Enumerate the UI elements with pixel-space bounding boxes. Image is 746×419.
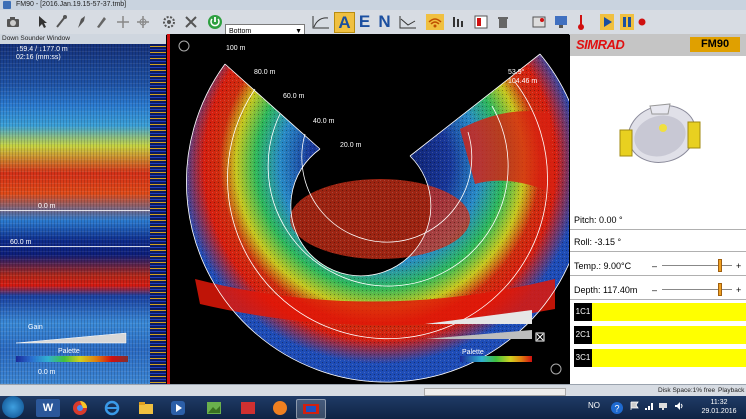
depth-decrease[interactable]: –: [652, 280, 657, 300]
palette-label: Palette: [462, 349, 484, 356]
pitch-readout: Pitch: 0.00 °: [570, 210, 746, 230]
depth-line: [0, 210, 150, 211]
measure-icon[interactable]: [54, 12, 68, 31]
trend-icon[interactable]: [398, 12, 418, 31]
temperature-decrease[interactable]: –: [652, 256, 657, 276]
temperature-increase[interactable]: +: [736, 256, 741, 276]
trash-icon[interactable]: [494, 12, 512, 31]
record-icon[interactable]: [636, 12, 648, 31]
gain-label: Gain: [28, 324, 43, 331]
range-label: 60.0 m: [283, 93, 305, 100]
app-icon: [3, 1, 11, 9]
scrollbar[interactable]: [424, 388, 566, 396]
letter-a-button[interactable]: A: [334, 12, 355, 33]
range-label: 40.0 m: [313, 118, 335, 125]
pointer-icon[interactable]: [36, 12, 50, 31]
help-icon[interactable]: ?: [610, 401, 624, 417]
folder-icon[interactable]: [134, 399, 158, 417]
palette-bar[interactable]: [16, 356, 128, 362]
svg-text:?: ?: [615, 404, 620, 414]
marker-icon[interactable]: [74, 12, 88, 31]
model-badge: FM90: [690, 37, 740, 52]
downsounder-window[interactable]: Down Sounder Window 0.0 m 60.0 m 0.0 m G…: [0, 34, 166, 384]
start-button[interactable]: [2, 396, 24, 418]
downsounder-side-bar: [150, 44, 166, 384]
toolbar: Bottom ▼ A E N: [0, 10, 746, 37]
network-icon[interactable]: [658, 401, 668, 413]
compass-icon[interactable]: [178, 40, 190, 52]
thermometer-icon[interactable]: [574, 12, 588, 31]
range-label: 100 m: [226, 45, 246, 52]
downsounder-readout: ↓59.4 / ↓177.0 m 02:16 (mm:ss): [16, 46, 68, 61]
signal-icon[interactable]: [644, 401, 654, 413]
info-panel: SIMRAD FM90 Pitch: 0.00 ° Roll: -3.15 ° …: [570, 34, 746, 384]
channel-3c1[interactable]: 3C1: [574, 349, 746, 367]
curve-icon[interactable]: [310, 12, 332, 31]
media-player-icon[interactable]: [166, 399, 190, 417]
depth-marker: 60.0 m: [10, 239, 32, 246]
window-title: FM90 - [2016.Jan.19.15-57-37.tmb]: [16, 1, 127, 8]
depth-row: Depth: 117.40m – +: [570, 280, 746, 300]
depth-increase[interactable]: +: [736, 280, 741, 300]
power-icon[interactable]: [206, 12, 224, 31]
record-image-icon[interactable]: [530, 12, 548, 31]
fm90-taskbar-button[interactable]: [296, 399, 326, 419]
app-icon[interactable]: [268, 399, 292, 417]
play-icon[interactable]: [598, 12, 616, 31]
depth-marker: 0.0 m: [38, 203, 56, 210]
flag-icon[interactable]: [630, 401, 640, 413]
taskbar: W NO ? 11:32 29.01.2016: [0, 396, 746, 419]
depth-line: [0, 246, 150, 247]
volume-icon[interactable]: [674, 401, 684, 413]
roll-readout: Roll: -3.15 °: [570, 232, 746, 252]
brand-header: SIMRAD FM90: [570, 34, 746, 56]
channel-2c1[interactable]: 2C1: [574, 326, 746, 344]
display-icon[interactable]: [552, 12, 570, 31]
language-indicator[interactable]: NO: [588, 401, 600, 410]
word-icon[interactable]: W: [36, 399, 60, 417]
palette-label: Palette: [58, 348, 80, 355]
zoom-icon[interactable]: [550, 363, 562, 375]
flag-icon[interactable]: [472, 12, 490, 31]
internet-explorer-icon[interactable]: [100, 399, 124, 417]
wifi-icon[interactable]: [424, 12, 446, 31]
range-label: 20.0 m: [340, 142, 362, 149]
range-label: 80.0 m: [254, 69, 276, 76]
clock[interactable]: 11:32 29.01.2016: [696, 398, 742, 416]
sonar-readout-range: 104.46 m: [508, 78, 537, 85]
crosshair-icon[interactable]: [116, 12, 130, 31]
temperature-row: Temp.: 9.00°C – +: [570, 256, 746, 276]
gear-icon[interactable]: [160, 12, 178, 31]
bars-icon[interactable]: [450, 12, 468, 31]
sonar-fan[interactable]: 100 m 80.0 m 60.0 m 40.0 m 20.0 m 53.9° …: [170, 34, 569, 384]
sonar-view[interactable]: 100 m 80.0 m 60.0 m 40.0 m 20.0 m 53.9° …: [170, 34, 569, 384]
letter-e-button[interactable]: E: [355, 12, 374, 31]
app-icon[interactable]: [236, 399, 260, 417]
sonar-readout-angle: 53.9°: [508, 68, 525, 76]
chrome-icon[interactable]: [68, 399, 92, 417]
tools-icon[interactable]: [182, 12, 200, 31]
palette-bar[interactable]: [460, 356, 532, 362]
pause-icon[interactable]: [618, 12, 636, 31]
gain-slider[interactable]: [16, 332, 134, 344]
target-icon[interactable]: [136, 12, 150, 31]
temperature-slider-handle[interactable]: [718, 259, 723, 272]
depth-slider-handle[interactable]: [718, 283, 723, 296]
downsounder-title: Down Sounder Window: [0, 34, 166, 44]
photos-icon[interactable]: [202, 399, 226, 417]
letter-n-button[interactable]: N: [375, 12, 394, 31]
camera-icon[interactable]: [4, 12, 22, 31]
channel-1c1[interactable]: 1C1: [574, 303, 746, 321]
brand-logo: SIMRAD: [576, 37, 625, 52]
pen-icon[interactable]: [94, 12, 108, 31]
depth-marker: 0.0 m: [38, 369, 56, 376]
